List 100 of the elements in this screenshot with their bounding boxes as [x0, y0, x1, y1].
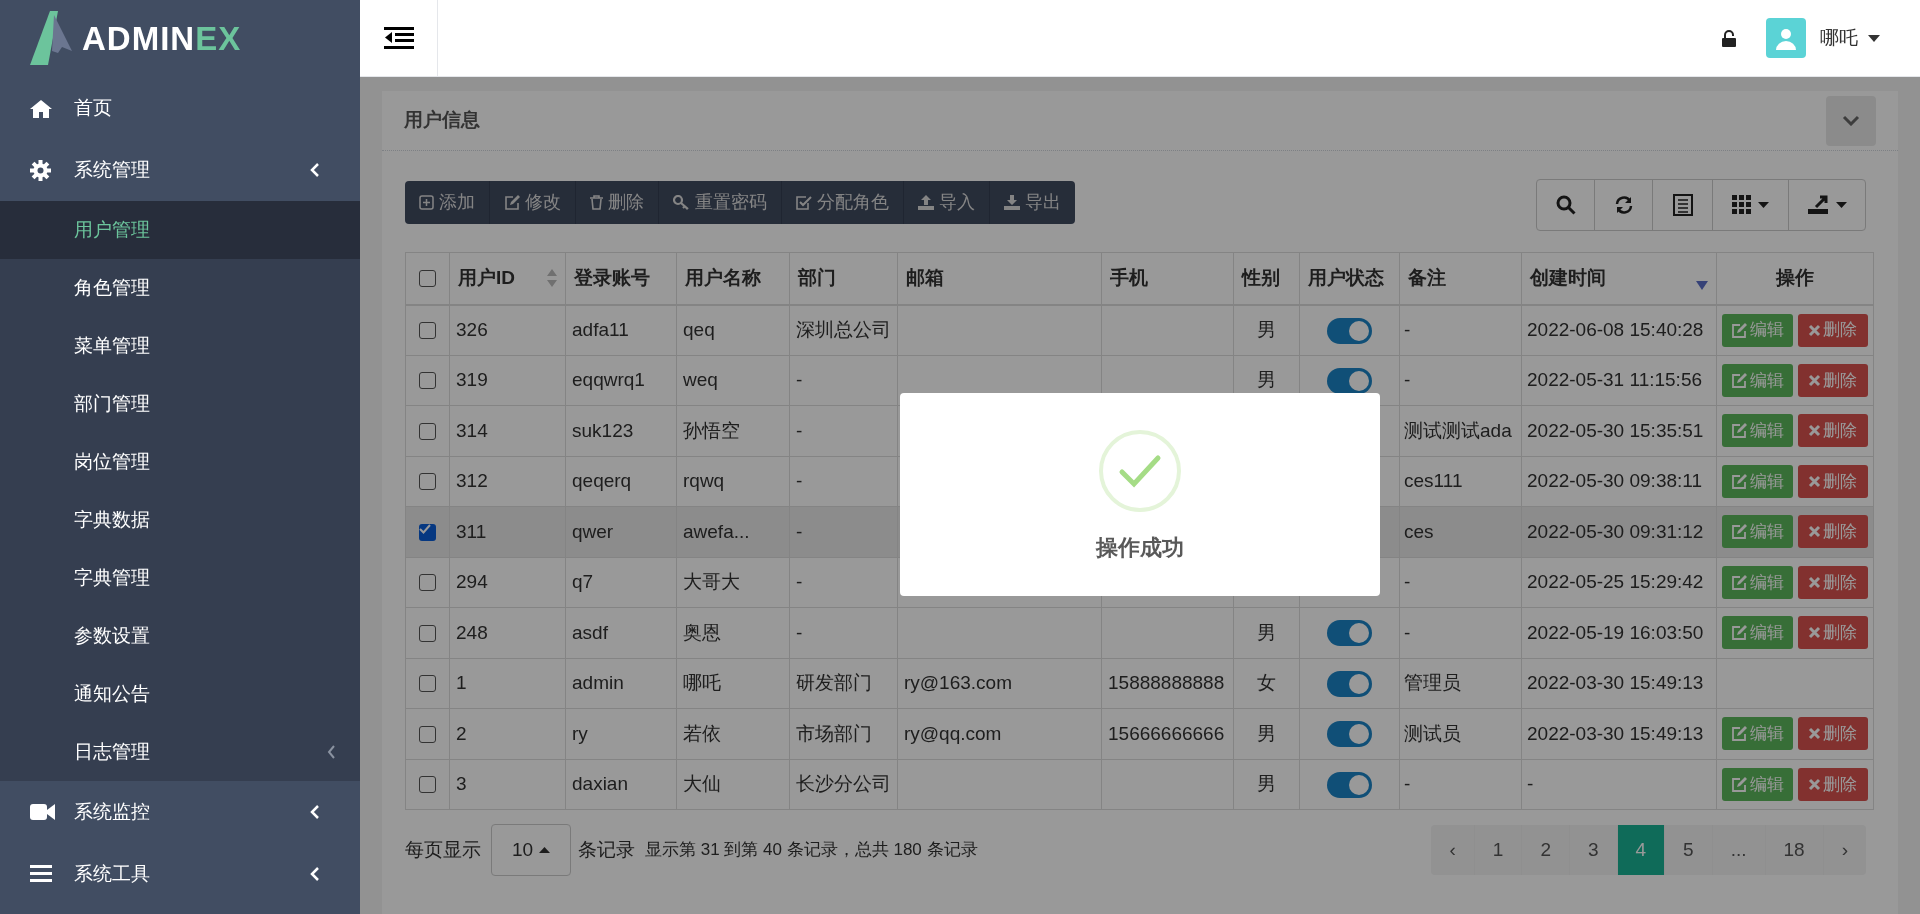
- sidebar-subitem[interactable]: 菜单管理: [0, 317, 360, 375]
- delete-button[interactable]: 删除: [1797, 414, 1868, 448]
- delete-button[interactable]: 删除: [1797, 717, 1868, 751]
- table-cell: qeq: [683, 318, 715, 340]
- checkbox[interactable]: [419, 270, 436, 288]
- status-toggle[interactable]: [1327, 620, 1372, 647]
- caret-icon[interactable]: [1868, 34, 1880, 42]
- sidebar-subitem[interactable]: 日志管理: [0, 723, 360, 781]
- page-button[interactable]: 3: [1569, 825, 1618, 875]
- toolbar-button[interactable]: 重置密码: [658, 181, 781, 224]
- edit-icon: [504, 195, 520, 210]
- toolbar-button[interactable]: 导出: [989, 181, 1075, 224]
- toolbar-button[interactable]: 删除: [575, 181, 658, 224]
- table-cell: 哪吒: [683, 672, 721, 693]
- download-icon: [1004, 195, 1020, 210]
- sidebar-subitem[interactable]: 参数设置: [0, 607, 360, 665]
- delete-button[interactable]: 删除: [1797, 565, 1868, 599]
- table-cell: 男: [1257, 318, 1276, 340]
- toolbar-button[interactable]: 修改: [489, 181, 575, 224]
- sidebar-subitem[interactable]: 岗位管理: [0, 433, 360, 491]
- sidebar-item[interactable]: 系统监控: [0, 781, 360, 843]
- checkbox[interactable]: [419, 524, 436, 541]
- table-row[interactable]: 326 adfa11 qeq 深圳总公司 男 - 2022-06-08 15:40:28 编辑 删除: [405, 304, 1874, 355]
- table-row[interactable]: 3 daxian 大仙 长沙分公司 男 - - 编辑 删除: [405, 759, 1874, 810]
- video-camera-icon: [30, 803, 55, 821]
- delete-button[interactable]: 删除: [1797, 515, 1868, 549]
- records-label: 条记录: [578, 837, 635, 862]
- bars-icon: [30, 865, 52, 883]
- sidebar-subitem[interactable]: 字典数据: [0, 491, 360, 549]
- table-cell: -: [1404, 621, 1411, 643]
- table-cell: ces: [1404, 520, 1434, 542]
- caret-up-icon: [539, 847, 551, 853]
- next-page-button[interactable]: ›: [1823, 825, 1866, 875]
- table-cell: -: [1404, 571, 1411, 592]
- checkbox[interactable]: [419, 726, 436, 743]
- checkbox[interactable]: [419, 423, 436, 440]
- checkbox[interactable]: [419, 473, 436, 491]
- plus-square-icon: [419, 195, 434, 210]
- sidebar-subitem[interactable]: 字典管理: [0, 549, 360, 607]
- user-name[interactable]: 哪吒: [1820, 23, 1858, 53]
- table-cell: 248: [456, 621, 488, 643]
- check-square-icon: [796, 195, 812, 210]
- edit-icon: [1730, 473, 1748, 489]
- checkbox[interactable]: [419, 625, 436, 642]
- edit-icon: [1730, 726, 1748, 742]
- checkbox[interactable]: [419, 574, 436, 592]
- table-cell: 男: [1257, 773, 1276, 794]
- page-button[interactable]: 18: [1765, 825, 1824, 875]
- delete-button[interactable]: 删除: [1797, 616, 1868, 650]
- delete-button[interactable]: 删除: [1797, 313, 1868, 347]
- edit-icon: [1730, 423, 1748, 439]
- page-button[interactable]: 2: [1522, 825, 1570, 875]
- status-toggle[interactable]: [1327, 368, 1372, 394]
- status-toggle[interactable]: [1327, 317, 1372, 344]
- menu-icon[interactable]: [383, 27, 414, 49]
- export-icon: [1807, 195, 1830, 215]
- checkbox[interactable]: [419, 776, 436, 794]
- sidebar-item[interactable]: 首页: [0, 77, 360, 139]
- table-cell: qeqerq: [572, 470, 632, 491]
- chevron-left-icon: [310, 162, 320, 178]
- table-cell: 312: [456, 470, 488, 491]
- status-toggle[interactable]: [1327, 671, 1372, 697]
- table-cell: -: [796, 520, 803, 542]
- sort-desc-icon[interactable]: [1696, 280, 1708, 290]
- chevron-left-icon: [310, 866, 320, 882]
- table-row[interactable]: 248 asdf 奥恩 - 男 - 2022-05-19 16:03:50 编辑 删除: [405, 607, 1874, 658]
- page-size-select[interactable]: 10: [491, 824, 571, 876]
- checkbox[interactable]: [419, 322, 436, 340]
- delete-button[interactable]: 删除: [1797, 464, 1868, 498]
- table-cell: 测试测试ada: [1404, 419, 1512, 441]
- sidebar-item[interactable]: 系统管理: [0, 139, 360, 201]
- table-cell: 孙悟空: [683, 419, 740, 441]
- toolbar-button[interactable]: 导入: [903, 181, 989, 224]
- sidebar-subitem[interactable]: 用户管理: [0, 201, 360, 259]
- delete-button[interactable]: 删除: [1797, 363, 1868, 397]
- checkbox[interactable]: [419, 675, 436, 693]
- sidebar-item[interactable]: 系统工具: [0, 843, 360, 905]
- chevron-left-icon: [310, 804, 320, 820]
- table-cell: 2022-05-30 15:35:51: [1527, 419, 1704, 441]
- search-icon: [1555, 195, 1576, 215]
- page-button[interactable]: ...: [1712, 825, 1766, 875]
- table-row[interactable]: 2 ry 若依 市场部门 ry@qq.com 15666666666 男 测试员 2022-03-30 15:49:13 编辑 删除: [405, 708, 1874, 759]
- page-button[interactable]: 5: [1665, 825, 1713, 875]
- table-row[interactable]: 1 admin 哪吒 研发部门 ry@163.com 15888888888 女 管理员 2022-03-30 15:49:13: [405, 658, 1874, 709]
- table-cell: 15888888888: [1108, 672, 1225, 693]
- lock-icon[interactable]: [1722, 29, 1736, 47]
- toolbar-button[interactable]: 分配角色: [781, 181, 903, 224]
- table-cell: -: [796, 419, 803, 441]
- table-cell: 3: [456, 773, 467, 794]
- table-cell: 294: [456, 571, 488, 592]
- delete-button[interactable]: 删除: [1797, 767, 1868, 801]
- page-button[interactable]: 1: [1474, 825, 1523, 875]
- sidebar-subitem[interactable]: 角色管理: [0, 259, 360, 317]
- previous-page-button[interactable]: ‹: [1431, 825, 1475, 875]
- checkbox[interactable]: [419, 372, 436, 390]
- status-toggle[interactable]: [1327, 772, 1372, 798]
- sidebar-subitem[interactable]: 通知公告: [0, 665, 360, 723]
- toolbar-button[interactable]: 添加: [405, 181, 489, 224]
- status-toggle[interactable]: [1327, 721, 1372, 748]
- sidebar-subitem[interactable]: 部门管理: [0, 375, 360, 433]
